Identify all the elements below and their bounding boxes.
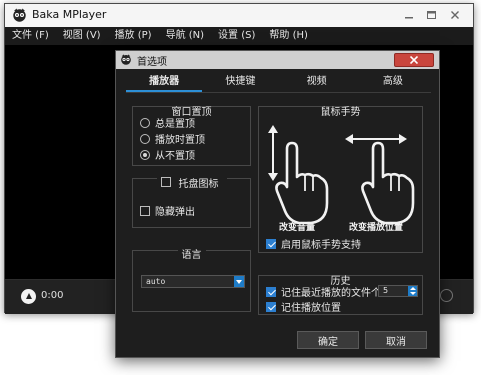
maximize-button[interactable] xyxy=(421,7,441,22)
close-button[interactable] xyxy=(443,7,467,22)
dialog-close-button[interactable] xyxy=(394,53,434,67)
tray-icon-label: 托盘图标 xyxy=(174,174,223,190)
remember-recent-option[interactable]: 记住最近播放的文件个数 xyxy=(266,284,391,299)
menu-view[interactable]: 视图 (V) xyxy=(56,27,108,45)
minimize-button[interactable] xyxy=(399,7,419,22)
recent-count-value: 5 xyxy=(383,286,389,295)
radio-button[interactable] xyxy=(140,117,150,128)
window-pin-group: 窗口置顶 总是置顶 播放时置顶 从不置顶 xyxy=(132,106,251,166)
desktop: Baka MPlayer 文件 (F) 视图 (V) 播放 (P) 导航 (N)… xyxy=(0,0,481,375)
recent-count-spinbox[interactable]: 5 xyxy=(378,285,418,297)
dialog-titlebar[interactable]: 首选项 xyxy=(116,51,439,69)
history-group: 历史 记住最近播放的文件个数 5 记住播放位置 xyxy=(258,275,423,315)
tab-shortcuts[interactable]: 快捷键 xyxy=(202,73,278,92)
remember-position-option[interactable]: 记住播放位置 xyxy=(266,299,341,314)
hide-popup-checkbox[interactable] xyxy=(140,205,150,216)
mouse-gestures-group: 鼠标手势 改变音量 改变播放位置 启用鼠标手势支持 xyxy=(258,106,423,253)
language-title: 语言 xyxy=(177,250,206,261)
menu-playback[interactable]: 播放 (P) xyxy=(108,27,159,45)
menu-settings[interactable]: 设置 (S) xyxy=(211,27,262,45)
volume-icon[interactable] xyxy=(440,289,453,302)
minimize-icon xyxy=(405,16,413,18)
enable-gestures-label: 启用鼠标手势支持 xyxy=(281,240,361,251)
tray-icon-title[interactable]: 托盘图标 xyxy=(156,174,227,190)
dialog-title: 首选项 xyxy=(137,57,167,68)
radio-label: 从不置顶 xyxy=(155,151,195,162)
app-logo-icon xyxy=(121,54,131,65)
hide-popup-option[interactable]: 隐藏弹出 xyxy=(140,203,195,218)
menu-navigate[interactable]: 导航 (N) xyxy=(159,27,211,45)
menu-file[interactable]: 文件 (F) xyxy=(5,27,56,45)
play-button[interactable] xyxy=(21,289,36,304)
spin-arrows-icon[interactable] xyxy=(408,286,417,296)
gesture-volume-label: 改变音量 xyxy=(279,223,316,233)
tray-icon-checkbox[interactable] xyxy=(160,177,171,187)
tab-video[interactable]: 视频 xyxy=(279,73,355,92)
tab-player[interactable]: 播放器 xyxy=(126,73,203,92)
tab-advanced[interactable]: 高级 xyxy=(355,73,431,92)
titlebar[interactable]: Baka MPlayer xyxy=(5,4,473,27)
radio-on-top-while-playing[interactable]: 播放时置顶 xyxy=(140,131,205,146)
remember-recent-label: 记住最近播放的文件个数 xyxy=(281,288,391,299)
radio-always-on-top[interactable]: 总是置顶 xyxy=(140,115,195,130)
close-icon xyxy=(451,10,459,19)
enable-gestures-checkbox[interactable] xyxy=(266,238,276,249)
menu-help[interactable]: 帮助 (H) xyxy=(262,27,315,45)
radio-label: 总是置顶 xyxy=(155,119,195,130)
cancel-button[interactable]: 取消 xyxy=(365,331,427,349)
radio-button-selected[interactable] xyxy=(140,149,150,160)
chevron-down-icon[interactable] xyxy=(234,276,244,287)
gesture-hands-icon xyxy=(268,125,415,225)
radio-button[interactable] xyxy=(140,133,150,144)
hide-popup-label: 隐藏弹出 xyxy=(155,207,195,218)
remember-position-checkbox[interactable] xyxy=(266,301,276,312)
time-label: 0:00 xyxy=(41,290,64,301)
enable-gestures-option[interactable]: 启用鼠标手势支持 xyxy=(266,236,361,251)
preferences-dialog: 首选项 播放器 快捷键 视频 高级 窗口置顶 总是置顶 播放时置顶 从不置顶 托… xyxy=(115,50,440,358)
gesture-seek-label: 改变播放位置 xyxy=(349,223,404,233)
window-title: Baka MPlayer xyxy=(32,8,107,21)
language-select[interactable]: auto xyxy=(141,275,245,288)
remember-recent-checkbox[interactable] xyxy=(266,286,276,297)
radio-label: 播放时置顶 xyxy=(155,135,205,146)
radio-never-on-top[interactable]: 从不置顶 xyxy=(140,147,195,162)
close-icon xyxy=(410,56,418,64)
eject-icon xyxy=(25,293,32,299)
mouse-gestures-title: 鼠标手势 xyxy=(316,107,365,118)
menubar: 文件 (F) 视图 (V) 播放 (P) 导航 (N) 设置 (S) 帮助 (H… xyxy=(5,27,473,45)
tray-icon-group: 托盘图标 隐藏弹出 xyxy=(132,174,251,228)
ok-button[interactable]: 确定 xyxy=(297,331,359,349)
language-select-value: auto xyxy=(146,277,166,286)
tab-bar: 播放器 快捷键 视频 高级 xyxy=(126,73,431,93)
remember-position-label: 记住播放位置 xyxy=(281,303,341,314)
maximize-icon xyxy=(426,10,436,19)
app-logo-icon xyxy=(13,8,26,22)
